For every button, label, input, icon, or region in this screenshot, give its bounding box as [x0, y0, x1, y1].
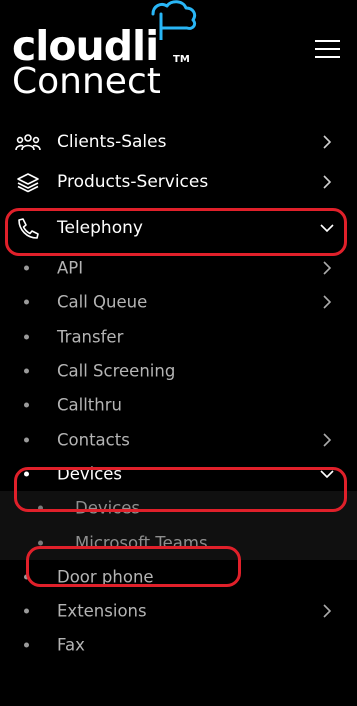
chevron-right-icon	[323, 261, 332, 275]
bullet-dot	[24, 471, 29, 477]
logo-trademark: TM	[173, 54, 190, 65]
sidebar-item-telephony[interactable]: Telephony	[0, 205, 357, 251]
sidebar-item-products-services[interactable]: Products-Services	[0, 159, 357, 205]
bullet-dot	[24, 265, 29, 271]
submenu-item-label: Transfer	[57, 327, 124, 347]
submenu-item-fax[interactable]: Fax	[0, 628, 357, 662]
bullet-dot	[24, 368, 29, 374]
submenu-item-devices[interactable]: Devices	[0, 457, 357, 491]
submenu-item-contacts[interactable]: Contacts	[0, 422, 357, 456]
chevron-right-icon	[323, 175, 332, 189]
bullet-dot	[24, 574, 29, 580]
sidebar-item-label: Telephony	[57, 218, 143, 238]
submenu-item-callthru[interactable]: Callthru	[0, 388, 357, 422]
submenu-item-label: Extensions	[57, 601, 147, 621]
submenu-item-label: Door phone	[57, 567, 154, 587]
sidebar-item-label: Clients-Sales	[57, 131, 167, 152]
sidebar-item-clients-sales[interactable]: Clients-Sales	[0, 124, 357, 159]
nested-item-label: Devices	[75, 498, 141, 518]
submenu-item-label: Devices	[57, 464, 123, 484]
chevron-right-icon	[323, 604, 332, 618]
chevron-right-icon	[323, 134, 332, 149]
submenu-item-label: API	[57, 258, 84, 278]
bullet-dot	[24, 299, 29, 305]
devices-submenu: Devices Microsoft Teams	[0, 491, 357, 560]
nested-item-microsoft-teams[interactable]: Microsoft Teams	[0, 525, 357, 559]
sidebar-nav: Clients-Sales Products-Services Telephon…	[0, 124, 357, 663]
submenu-item-call-queue[interactable]: Call Queue	[0, 285, 357, 319]
submenu-item-label: Fax	[57, 635, 85, 655]
cloudli-connect-logo[interactable]: cloudli TM Connect	[12, 0, 212, 108]
phone-icon	[18, 218, 39, 239]
telephony-submenu: API Call Queue Transfer Call Screening C…	[0, 251, 357, 663]
nested-item-devices[interactable]: Devices	[0, 491, 357, 525]
submenu-item-label: Call Screening	[57, 361, 176, 381]
chevron-right-icon	[323, 433, 332, 447]
bullet-dot	[24, 608, 29, 614]
submenu-item-api[interactable]: API	[0, 251, 357, 285]
submenu-item-call-screening[interactable]: Call Screening	[0, 354, 357, 388]
sidebar-item-label: Products-Services	[57, 172, 209, 192]
chevron-down-icon	[320, 470, 334, 479]
layers-icon	[17, 173, 39, 193]
nested-item-label: Microsoft Teams	[75, 533, 208, 553]
chevron-down-icon	[320, 224, 334, 233]
header: cloudli TM Connect	[0, 0, 357, 118]
submenu-item-transfer[interactable]: Transfer	[0, 320, 357, 354]
bullet-dot	[24, 334, 29, 340]
submenu-item-label: Contacts	[57, 430, 130, 450]
bullet-dot	[24, 402, 29, 408]
submenu-item-extensions[interactable]: Extensions	[0, 594, 357, 628]
bullet-dot	[24, 437, 29, 443]
submenu-item-door-phone[interactable]: Door phone	[0, 560, 357, 594]
bullet-dot	[24, 642, 29, 648]
users-group-icon	[15, 133, 41, 150]
hamburger-menu-icon[interactable]	[315, 40, 340, 60]
chevron-right-icon	[323, 295, 332, 310]
submenu-item-label: Callthru	[57, 395, 122, 415]
submenu-item-label: Call Queue	[57, 292, 148, 312]
bullet-dot	[38, 540, 43, 546]
bullet-dot	[38, 505, 43, 511]
logo-product-text: Connect	[12, 61, 161, 102]
